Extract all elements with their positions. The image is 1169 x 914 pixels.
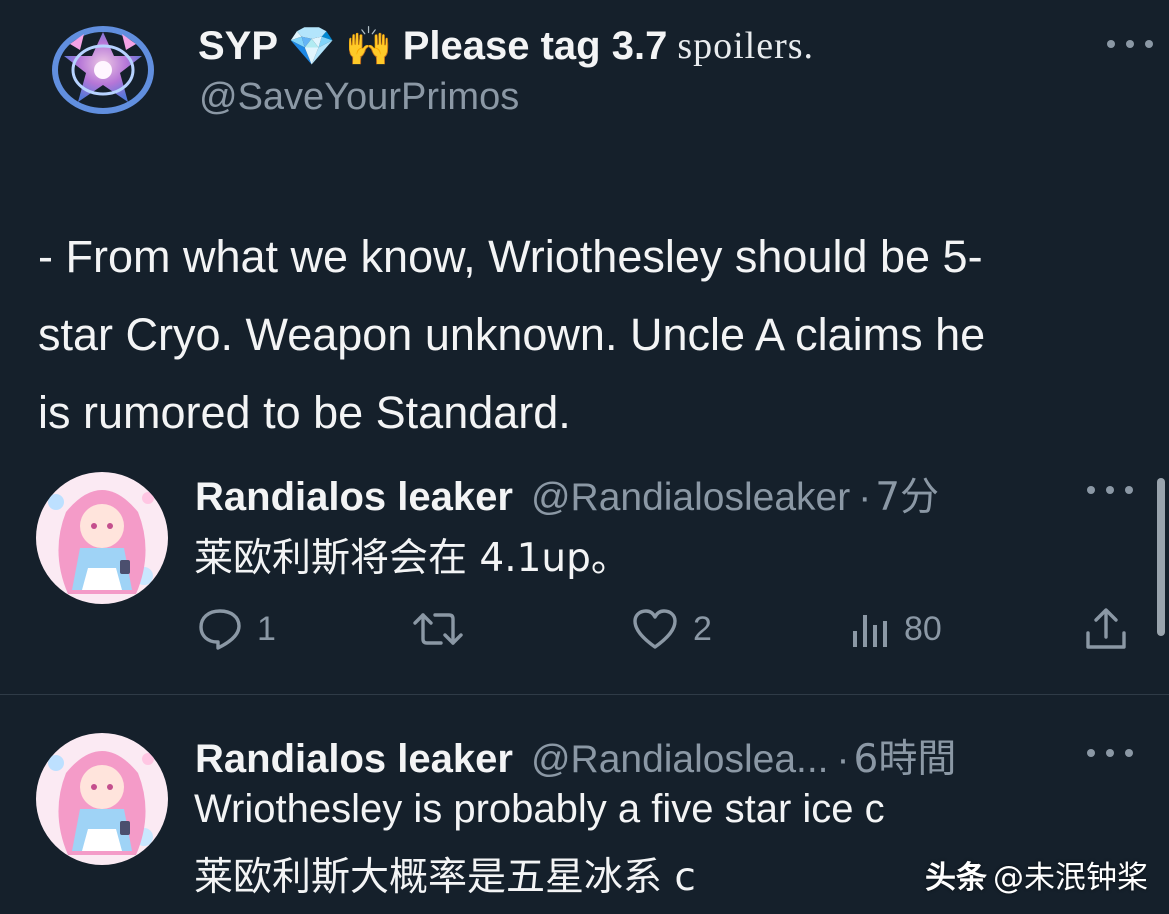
views-count: 80 <box>904 609 942 648</box>
main-tweet-handle[interactable]: @SaveYourPrimos <box>199 76 519 119</box>
watermark-brand: 头条 <box>925 860 987 896</box>
reply-display-name[interactable]: Randialos leaker <box>195 475 513 520</box>
main-tweet-display-name[interactable]: SYP 💎 🙌 Please tag 3.7 spoilers. <box>198 20 814 72</box>
reply-button[interactable]: 1 <box>197 607 276 651</box>
share-icon <box>1086 608 1126 649</box>
reply-bubble-icon <box>199 609 241 650</box>
reply-text: 莱欧利斯将会在 4.1up。 <box>194 536 630 581</box>
display-name-suffix-serif: spoilers. <box>677 25 815 67</box>
raised-hands-emoji: 🙌 <box>345 23 393 68</box>
reply-text-line: Wriothesley is probably a five star ice … <box>194 787 885 831</box>
like-button[interactable]: 2 <box>631 607 712 651</box>
reply-count: 1 <box>257 609 276 648</box>
retweet-icon <box>413 613 463 645</box>
share-button[interactable] <box>1084 605 1128 653</box>
display-name-suffix: Please tag 3.7 <box>402 23 668 68</box>
reply-header: Randialos leaker @Randialosleaker · 7分 <box>195 466 939 522</box>
main-tweet-avatar[interactable] <box>50 26 156 114</box>
display-name-text: SYP <box>198 23 279 68</box>
views-button[interactable]: 80 <box>850 607 942 651</box>
reply-timestamp[interactable]: 6時間 <box>854 728 957 784</box>
more-dots-icon[interactable] <box>1087 483 1133 497</box>
reply-text-line: 莱欧利斯大概率是五星冰系 c <box>194 855 696 900</box>
reply-handle[interactable]: @Randialoslea... <box>531 738 829 782</box>
reply-timestamp[interactable]: 7分 <box>875 466 939 522</box>
watermark-account: @未泯钟桨 <box>993 860 1148 896</box>
reply-header: Randialos leaker @Randialoslea... · 6時間 <box>195 728 956 784</box>
reply-avatar[interactable] <box>36 733 168 865</box>
heart-icon <box>633 609 677 649</box>
views-bars-icon <box>853 615 887 647</box>
tweet-divider <box>0 694 1169 695</box>
gem-emoji: 💎 <box>288 23 336 68</box>
retweet-button[interactable] <box>411 607 479 651</box>
scrollbar-thumb[interactable] <box>1157 478 1165 636</box>
reply-display-name[interactable]: Randialos leaker <box>195 737 513 782</box>
more-dots-icon[interactable] <box>1107 37 1153 51</box>
like-count: 2 <box>693 609 712 648</box>
separator-dot: · <box>836 738 850 781</box>
reply-avatar[interactable] <box>36 472 168 604</box>
reply-handle[interactable]: @Randialosleaker <box>531 476 850 520</box>
main-tweet-body: - From what we know, Wriothesley should … <box>38 231 986 438</box>
more-dots-icon[interactable] <box>1087 746 1133 760</box>
separator-dot: · <box>858 476 872 519</box>
watermark: 头条 @未泯钟桨 <box>925 852 1148 897</box>
